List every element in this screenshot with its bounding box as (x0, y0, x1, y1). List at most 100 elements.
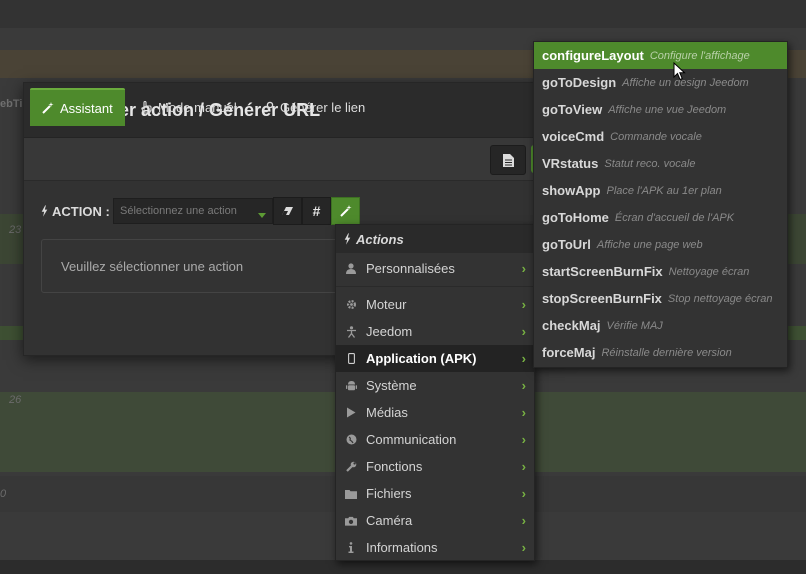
clear-button[interactable] (273, 197, 302, 225)
gear-icon (345, 299, 357, 311)
hash-icon: # (312, 203, 321, 219)
submenu-item-command: forceMaj (542, 345, 596, 360)
menu-item-label: Système (366, 378, 417, 393)
submenu-item-description: Écran d'accueil de l'APK (614, 211, 735, 224)
menu-item-medias[interactable]: Médias › (336, 399, 534, 426)
menu-item-camera[interactable]: Caméra › (336, 507, 534, 534)
play-icon (345, 407, 357, 419)
action-label-text: ACTION : (52, 203, 110, 219)
chevron-right-icon: › (521, 405, 526, 420)
tab-generate-link-label: Générer le lien (280, 99, 366, 115)
submenu-item-gotohome[interactable]: goToHome Écran d'accueil de l'APK (534, 204, 787, 231)
menu-item-label: Communication (366, 432, 457, 447)
menu-item-label: Fonctions (366, 459, 423, 474)
hash-button[interactable]: # (302, 197, 331, 225)
accessibility-icon (345, 325, 357, 338)
submenu-item-command: configureLayout (542, 48, 644, 63)
submenu-item-command: showApp (542, 183, 601, 198)
info-icon (345, 542, 357, 554)
tab-assistant[interactable]: Assistant (30, 88, 125, 126)
tab-generate-link[interactable]: Générer le lien (262, 90, 365, 124)
submenu-item-gotoview[interactable]: goToView Affiche une vue Jeedom (534, 96, 787, 123)
menu-item-systeme[interactable]: Système › (336, 372, 534, 399)
android-icon (345, 380, 357, 392)
mobile-icon (345, 353, 357, 365)
info-message-box: Veuillez sélectionner une action (41, 239, 361, 293)
submenu-item-command: VRstatus (542, 156, 599, 171)
submenu-item-vrstatus[interactable]: VRstatus Statut reco. vocale (534, 150, 787, 177)
submenu-item-command: goToHome (542, 210, 609, 225)
chevron-right-icon: › (521, 378, 526, 393)
info-message: Veuillez sélectionner une action (61, 258, 244, 274)
chevron-right-icon: › (521, 297, 526, 312)
camera-icon (345, 515, 357, 527)
document-icon (502, 153, 514, 167)
background-fragment: ebTi (0, 98, 23, 110)
chevron-right-icon: › (521, 351, 526, 366)
menu-item-communication[interactable]: Communication › (336, 426, 534, 453)
menu-item-label: Informations (366, 540, 438, 555)
submenu-item-command: goToDesign (542, 75, 617, 90)
background-fragment: 0 (0, 488, 7, 500)
chevron-right-icon: › (521, 459, 526, 474)
submenu-item-forcemaj[interactable]: forceMaj Réinstalle dernière version (534, 339, 787, 366)
action-select-placeholder: Sélectionnez une action (120, 205, 237, 217)
menu-item-informations[interactable]: Informations › (336, 534, 534, 561)
submenu-item-description: Nettoyage écran (668, 265, 750, 278)
submenu-item-configurelayout[interactable]: configureLayout Configure l'affichage (534, 42, 787, 69)
submenu-item-command: stopScreenBurnFix (542, 291, 662, 306)
menu-item-moteur[interactable]: Moteur › (336, 291, 534, 318)
submenu-item-description: Statut reco. vocale (604, 157, 696, 170)
actions-menu-header: Actions (336, 225, 534, 253)
menu-item-fichiers[interactable]: Fichiers › (336, 480, 534, 507)
chevron-right-icon: › (521, 540, 526, 555)
menu-item-application-apk[interactable]: Application (APK) › (336, 345, 534, 372)
assistant-wand-button[interactable] (331, 197, 360, 225)
chevron-right-icon: › (521, 486, 526, 501)
menu-item-label: Personnalisées (366, 261, 455, 276)
menu-item-label: Caméra (366, 513, 413, 528)
submenu-item-startscreenburnfix[interactable]: startScreenBurnFix Nettoyage écran (534, 258, 787, 285)
submenu-item-command: checkMaj (542, 318, 601, 333)
bolt-icon (41, 205, 48, 217)
submenu-item-command: startScreenBurnFix (542, 264, 663, 279)
submenu-item-checkmaj[interactable]: checkMaj Vérifie MAJ (534, 312, 787, 339)
link-icon (262, 101, 274, 113)
actions-category-menu: Actions Personnalisées › Moteur › Jeedom… (335, 224, 535, 561)
menu-item-label: Médias (366, 405, 408, 420)
document-button[interactable] (490, 145, 526, 175)
menu-item-label: Moteur (366, 297, 407, 312)
menu-divider (336, 286, 534, 287)
chevron-right-icon: › (521, 432, 526, 447)
actions-menu-header-label: Actions (356, 231, 404, 247)
action-row: ACTION : Sélectionnez une action # (41, 196, 360, 226)
tab-manual-mode-label: Mode manuel (158, 99, 237, 115)
chevron-right-icon: › (521, 513, 526, 528)
background-bar-bottom (0, 560, 806, 574)
menu-item-fonctions[interactable]: Fonctions › (336, 453, 534, 480)
globe-icon (345, 434, 357, 446)
menu-item-personnalisees[interactable]: Personnalisées › (336, 255, 534, 282)
submenu-item-voicecmd[interactable]: voiceCmd Commande vocale (534, 123, 787, 150)
wrench-icon (345, 461, 357, 473)
tab-bar (24, 138, 564, 181)
apk-submenu: configureLayout Configure l'affichage go… (533, 41, 788, 368)
submenu-item-description: Affiche une page web (596, 238, 703, 251)
magic-wand-icon (339, 205, 352, 217)
pointer-hand-icon (141, 100, 152, 114)
submenu-item-command: voiceCmd (542, 129, 605, 144)
submenu-item-command: goToView (542, 102, 603, 117)
submenu-item-description: Place l'APK au 1er plan (606, 184, 722, 197)
tab-manual-mode[interactable]: Mode manuel (140, 90, 237, 124)
user-icon (345, 263, 357, 275)
action-select[interactable]: Sélectionnez une action (113, 198, 273, 224)
submenu-item-stopscreenburnfix[interactable]: stopScreenBurnFix Stop nettoyage écran (534, 285, 787, 312)
menu-item-label: Fichiers (366, 486, 412, 501)
submenu-item-gotodesign[interactable]: goToDesign Affiche un design Jeedom (534, 69, 787, 96)
submenu-item-description: Stop nettoyage écran (667, 292, 773, 305)
submenu-item-showapp[interactable]: showApp Place l'APK au 1er plan (534, 177, 787, 204)
menu-item-jeedom[interactable]: Jeedom › (336, 318, 534, 345)
mouse-cursor-icon (673, 62, 686, 81)
action-label: ACTION : (41, 204, 113, 219)
submenu-item-gotourl[interactable]: goToUrl Affiche une page web (534, 231, 787, 258)
